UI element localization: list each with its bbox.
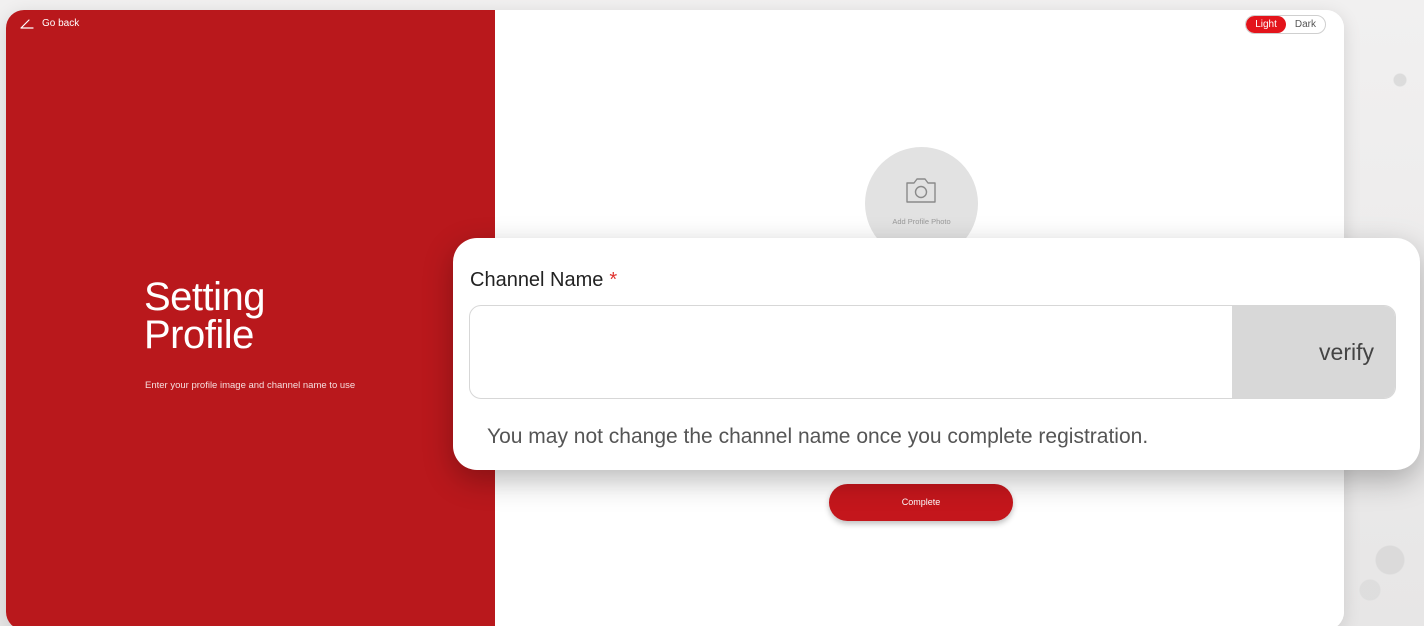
channel-name-input[interactable] [470, 306, 1232, 398]
verify-button[interactable]: verify [1232, 306, 1395, 398]
theme-toggle: Light Dark [1245, 15, 1326, 34]
go-back-button[interactable]: Go back [20, 18, 79, 29]
channel-name-input-group: verify [469, 305, 1396, 399]
channel-name-label-text: Channel Name [470, 269, 604, 291]
channel-name-card: Channel Name * verify You may not change … [453, 238, 1420, 470]
add-profile-photo-label: Add Profile Photo [892, 217, 951, 226]
channel-name-label: Channel Name * [470, 269, 617, 292]
page-title-line-1: Setting [144, 275, 266, 319]
camera-icon [903, 175, 939, 210]
go-back-label: Go back [42, 18, 80, 29]
back-arrow-icon [20, 18, 34, 29]
channel-name-hint: You may not change the channel name once… [487, 425, 1149, 448]
theme-dark-option[interactable]: Dark [1286, 16, 1325, 33]
intro-panel: Go back Setting Profile Enter your profi… [6, 10, 495, 626]
required-marker: * [609, 269, 618, 291]
page-title: Setting Profile [144, 275, 266, 357]
page-title-line-2: Profile [144, 313, 254, 357]
complete-button[interactable]: Complete [829, 484, 1013, 521]
page-subtitle: Enter your profile image and channel nam… [145, 380, 356, 391]
theme-light-option[interactable]: Light [1246, 16, 1286, 33]
